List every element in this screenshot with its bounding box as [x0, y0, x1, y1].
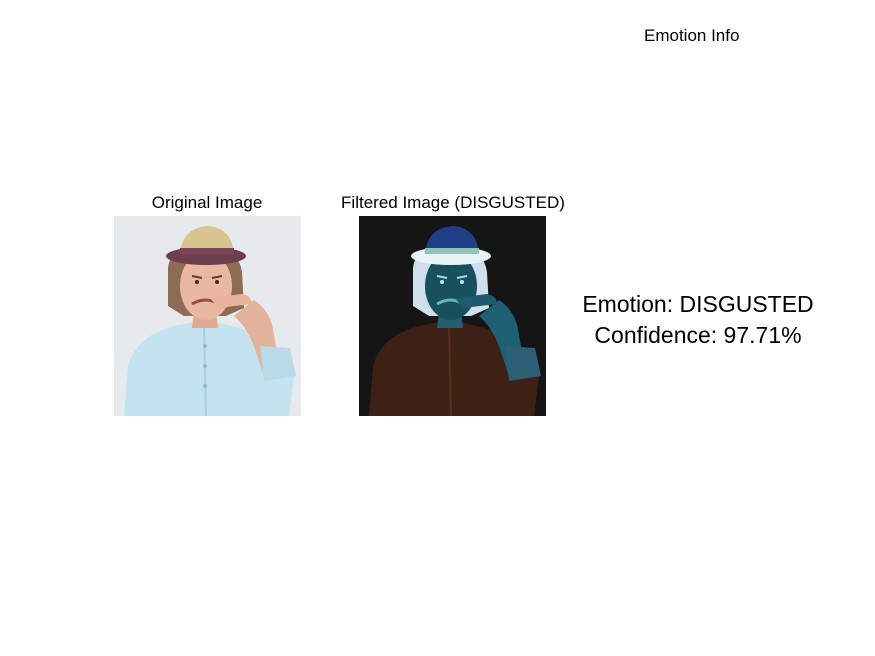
original-image-title: Original Image	[151, 193, 263, 212]
emotion-info-title: Emotion Info	[644, 26, 740, 45]
confidence-label: Confidence: 97.71%	[594, 322, 802, 348]
filtered-image	[359, 216, 546, 416]
emotion-label: Emotion: DISGUSTED	[582, 291, 814, 317]
original-image	[114, 216, 301, 416]
filtered-image-title: Filtered Image (DISGUSTED)	[341, 193, 565, 212]
figure-window: Emotion Info Original Image Filtered Ima…	[0, 0, 875, 656]
